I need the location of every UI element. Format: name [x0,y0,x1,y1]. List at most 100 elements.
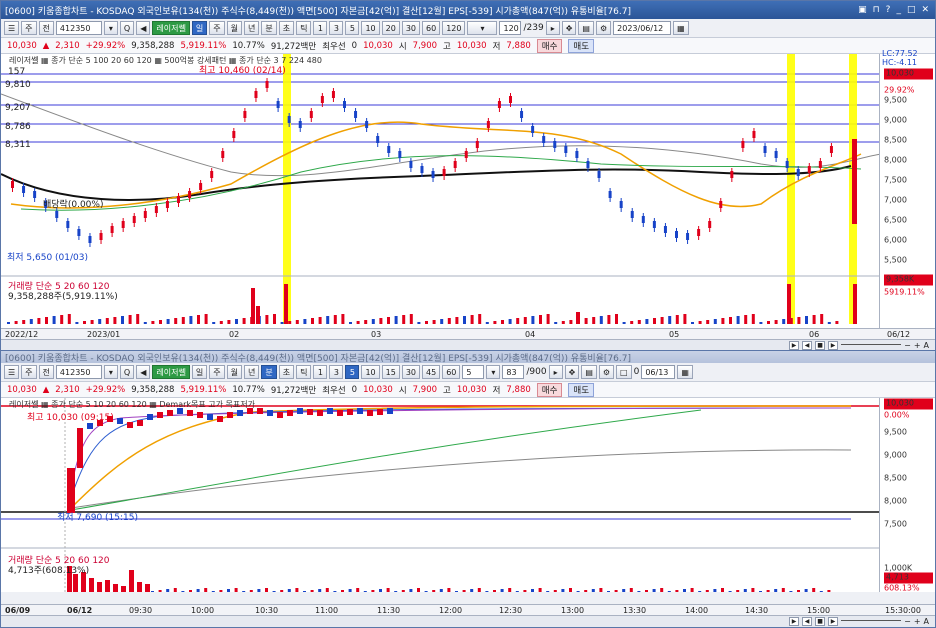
settings-icon[interactable]: ▸ [545,21,560,35]
minute-60-2[interactable]: 60 [442,365,461,379]
period-second-2[interactable]: 초 [278,365,295,379]
period-week-2[interactable]: 주 [209,365,225,379]
save-icon[interactable]: ▤ [578,21,594,35]
market-select[interactable]: 주 [21,21,37,35]
daily-price-chart[interactable]: 레이저쎌 ▦ 종가 단순 5 100 20 60 120 ▦ 500억봉 강세패… [1,49,935,334]
calendar-icon[interactable]: ▦ [673,21,689,35]
pause-icon[interactable]: ■ [815,617,826,626]
minute-30-2[interactable]: 30 [401,365,421,379]
dropdown-icon[interactable]: ▾ [103,365,118,379]
type-select-2[interactable]: 전 [38,365,54,379]
prev-icon[interactable]: ◀ [802,617,813,626]
buy-button[interactable]: 매수 [536,38,563,53]
period-dropdown[interactable]: ▾ [467,21,498,35]
minute-20[interactable]: 20 [381,21,400,35]
period-minute-2[interactable]: 분 [261,365,277,379]
stock-name-button[interactable]: 레이저쎌 [152,21,190,35]
period-minute[interactable]: 분 [261,21,277,35]
minute-3-2[interactable]: 3 [329,365,344,379]
minute-120[interactable]: 120 [442,21,466,35]
count-input[interactable]: 120 [499,21,522,35]
minute-45-2[interactable]: 45 [422,365,441,379]
crosshair-icon[interactable]: ✥ [561,21,577,35]
play-icon[interactable]: ▶ [789,617,800,626]
daily-chart-window: [0600] 키움종합차트 - KOSDAQ 외국인보유(134(천)) 주식수… [0,0,936,351]
next-icon[interactable]: ▶ [828,617,839,626]
maximize-icon[interactable]: □ [907,5,916,15]
zoom-out-icon[interactable]: − [904,617,911,626]
interval-input[interactable]: 5 [462,365,485,379]
chart-scrollbar-2[interactable]: ▶ ◀ ■ ▶ − + A [1,615,935,627]
date-input[interactable]: 2023/06/12 [613,21,672,35]
menu-icon[interactable]: ☰ [4,21,20,35]
stock-name-button-2[interactable]: 레이저쎌 [152,365,190,379]
minute-5[interactable]: 5 [345,21,360,35]
pref-value-2: 0 [351,384,358,395]
period-week[interactable]: 주 [209,21,225,35]
date-input-2[interactable]: 06/13 [641,365,676,379]
period-tick-2[interactable]: 틱 [296,365,312,379]
minute-5-2[interactable]: 5 [345,365,360,379]
next-icon[interactable]: ▶ [828,341,839,350]
prev-icon[interactable]: ◀ [802,341,813,350]
minute-1[interactable]: 1 [313,21,328,35]
period-month-2[interactable]: 월 [226,365,242,379]
minute-15-2[interactable]: 15 [381,365,400,379]
search-icon[interactable]: Q [119,365,135,379]
minimize-icon[interactable]: _ [896,5,901,15]
zoom-in-icon[interactable]: + [914,617,921,626]
checkbox[interactable]: □ [616,365,632,379]
crosshair-icon[interactable]: ✥ [564,365,580,379]
minute-10[interactable]: 10 [361,21,380,35]
period-month[interactable]: 월 [226,21,242,35]
period-day-2[interactable]: 일 [191,365,208,379]
minute-1-2[interactable]: 1 [313,365,328,379]
period-tick[interactable]: 틱 [296,21,312,35]
help-icon[interactable]: ? [886,5,891,15]
pause-icon[interactable]: ■ [815,341,826,350]
total-count-2: /900 [526,367,547,377]
volume-bar [341,590,344,592]
font-icon[interactable]: A [924,341,929,350]
zoom-out-icon[interactable]: − [904,341,911,350]
minute-10-2[interactable]: 10 [361,365,380,379]
sell-button[interactable]: 매도 [568,38,595,53]
search-icon[interactable]: Q [119,21,135,35]
minute-30[interactable]: 30 [401,21,421,35]
restore-icon[interactable]: ▣ [858,5,867,15]
buy-button-2[interactable]: 매수 [536,382,563,397]
period-year-2[interactable]: 년 [243,365,260,379]
interval-dropdown[interactable]: ▾ [486,365,501,379]
stock-code-input[interactable]: 412350 [55,21,102,35]
candle-body [630,211,634,218]
minute-price-chart[interactable]: 레이저쎌 ▦ 종가 단순 5 10 20 60 120 ▦ Demark목표 고… [1,398,935,593]
play-icon[interactable]: ▶ [789,341,800,350]
gear-icon[interactable]: ⚙ [598,365,615,379]
minute-chart-canvas[interactable] [1,398,881,592]
save-icon[interactable]: ▤ [581,365,597,379]
gear-icon[interactable]: ⚙ [595,21,612,35]
market-select-2[interactable]: 주 [21,365,37,379]
period-second[interactable]: 초 [278,21,295,35]
zoom-slider[interactable] [841,619,902,624]
menu-icon[interactable]: ☰ [4,365,20,379]
zoom-in-icon[interactable]: + [914,341,921,350]
close-icon[interactable]: ✕ [921,5,929,15]
sound-icon[interactable]: ◀ [136,21,151,35]
minute-3[interactable]: 3 [329,21,344,35]
minute-60[interactable]: 60 [422,21,441,35]
daily-chart-canvas[interactable] [1,54,881,334]
stock-code-input-2[interactable]: 412350 [55,365,102,379]
sound-icon[interactable]: ◀ [136,365,151,379]
count-input-2[interactable]: 83 [502,365,525,379]
zoom-slider[interactable] [841,343,902,348]
font-icon[interactable]: A [924,617,929,626]
period-day[interactable]: 일 [191,21,208,35]
calendar-icon[interactable]: ▦ [677,365,693,379]
sell-button-2[interactable]: 매도 [568,382,595,397]
type-select[interactable]: 전 [38,21,54,35]
settings-icon[interactable]: ▸ [548,365,563,379]
period-year[interactable]: 년 [243,21,260,35]
pin-icon[interactable]: ⊓ [873,5,880,15]
dropdown-icon[interactable]: ▾ [103,21,118,35]
